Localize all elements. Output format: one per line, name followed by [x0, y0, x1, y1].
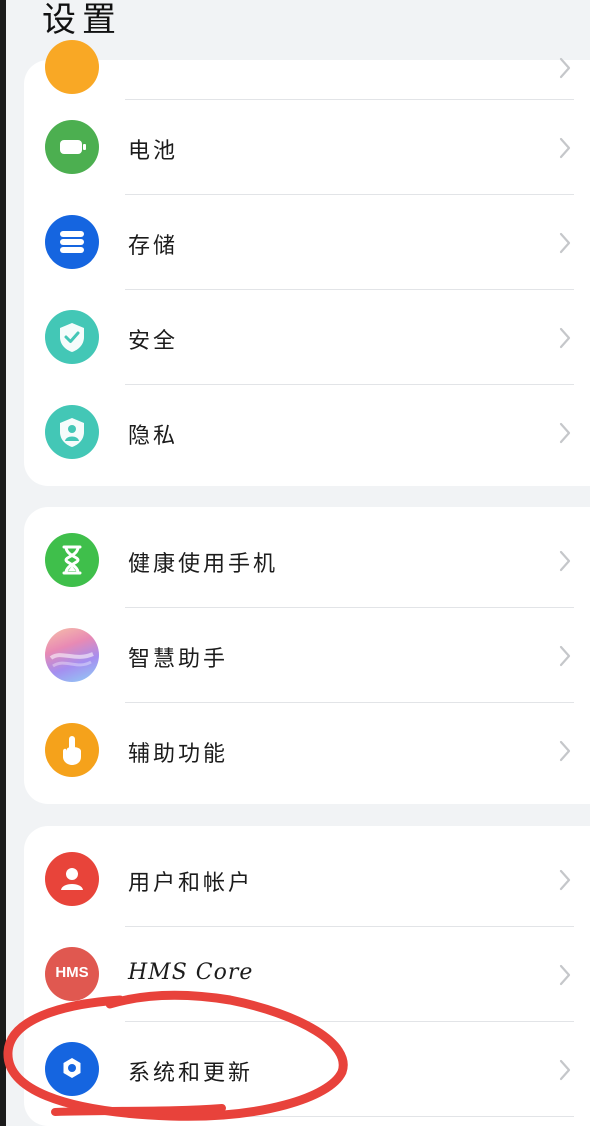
settings-item-battery[interactable]: 电池 — [24, 100, 590, 195]
chevron-right-icon — [559, 869, 571, 891]
chevron-right-icon — [559, 740, 571, 762]
settings-item-accessibility[interactable]: 辅助功能 — [24, 703, 590, 798]
user-icon — [45, 852, 99, 906]
chevron-right-icon — [559, 1059, 571, 1081]
settings-item-label: 健康使用手机 — [128, 552, 279, 577]
chevron-right-icon — [559, 550, 571, 572]
settings-item-system-update[interactable]: 系统和更新 — [24, 1022, 590, 1117]
divider — [125, 1116, 574, 1117]
settings-item-label: 辅助功能 — [128, 742, 229, 767]
chevron-right-icon — [559, 327, 571, 349]
chevron-right-icon — [559, 137, 571, 159]
settings-item-digital-balance[interactable]: 健康使用手机 — [24, 513, 590, 608]
chevron-right-icon — [559, 232, 571, 254]
partial-orange-icon — [45, 40, 99, 94]
settings-item-label: 电池 — [128, 139, 179, 164]
settings-item-label: 安全 — [128, 329, 179, 354]
hms-icon-text: HMS — [55, 964, 89, 981]
settings-item-label: 隐私 — [128, 424, 179, 449]
celia-orb-icon — [45, 628, 99, 682]
settings-item-assistant[interactable]: 智慧助手 — [24, 608, 590, 703]
hms-icon: HMS — [45, 947, 99, 1001]
settings-item-storage[interactable]: 存储 — [24, 195, 590, 290]
settings-item-hms-core[interactable]: HMS HMS Core — [24, 927, 590, 1022]
settings-group-2: 健康使用手机 智慧助手 辅助功能 — [24, 507, 590, 804]
chevron-right-icon — [559, 645, 571, 667]
settings-item-label: 智慧助手 — [128, 647, 229, 672]
settings-item-privacy[interactable]: 隐私 — [24, 385, 590, 480]
privacy-shield-icon — [45, 405, 99, 459]
settings-item-label: 用户和帐户 — [128, 871, 254, 896]
shield-check-icon — [45, 310, 99, 364]
settings-item-label: 系统和更新 — [128, 1061, 254, 1086]
settings-group-3: 用户和帐户 HMS HMS Core 系统和更新 — [24, 826, 590, 1126]
gear-icon — [45, 1042, 99, 1096]
settings-item-security[interactable]: 安全 — [24, 290, 590, 385]
settings-item-label: 存储 — [128, 234, 179, 259]
settings-item-label: HMS Core — [128, 960, 254, 985]
chevron-right-icon — [559, 422, 571, 444]
settings-group-1: 电池 存储 安全 隐私 — [24, 40, 590, 486]
chevron-right-icon — [559, 57, 571, 79]
chevron-right-icon — [559, 964, 571, 986]
hand-tap-icon — [45, 723, 99, 777]
storage-icon — [45, 215, 99, 269]
settings-item-users[interactable]: 用户和帐户 — [24, 832, 590, 927]
battery-icon — [45, 120, 99, 174]
screen-edge — [0, 0, 6, 1126]
hourglass-icon — [45, 533, 99, 587]
